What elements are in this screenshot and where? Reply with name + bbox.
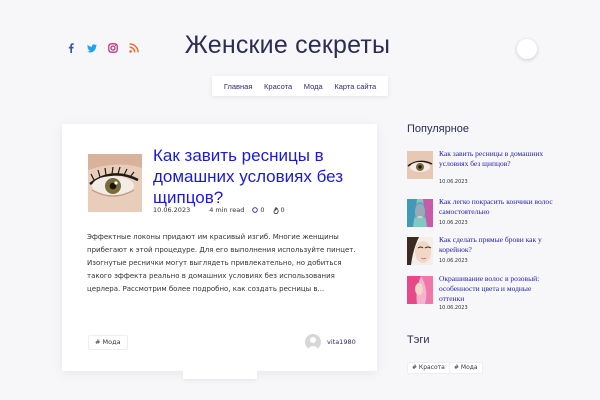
comment-icon — [252, 207, 259, 213]
comments-count-value: 0 — [260, 206, 265, 214]
popular-date: 10.06.2023 — [439, 220, 468, 226]
nav-item-beauty[interactable]: Красота — [264, 82, 292, 91]
popular-title[interactable]: Как сделать прямые брови как у корейнок? — [439, 235, 557, 255]
sidebar-tag-fashion[interactable]: # Мода — [449, 362, 483, 374]
popular-title[interactable]: Как легко покрасить кончики волос самост… — [439, 197, 557, 217]
site-title[interactable]: Женские секреты — [0, 31, 575, 60]
popular-date: 10.06.2023 — [439, 179, 468, 185]
main-nav: Главная Красота Мода Карта сайта — [212, 76, 388, 96]
popular-item[interactable]: Как сделать прямые брови как у корейнок?… — [407, 235, 557, 271]
popular-thumbnail[interactable] — [407, 199, 433, 227]
popular-thumbnail[interactable] — [407, 151, 433, 179]
post-thumbnail[interactable] — [88, 154, 142, 212]
post-author[interactable]: vita1980 — [305, 334, 356, 350]
tags-heading: Тэги — [407, 334, 430, 346]
post-card: Как завить ресницы в домашних условиях б… — [62, 124, 377, 371]
nav-item-home[interactable]: Главная — [224, 82, 253, 91]
popular-title[interactable]: Окрашивание волос в розовый: особенности… — [439, 274, 557, 304]
popular-thumbnail[interactable] — [407, 276, 433, 304]
popular-item[interactable]: Окрашивание волос в розовый: особенности… — [407, 274, 557, 311]
nav-item-fashion[interactable]: Мода — [304, 82, 323, 91]
popular-item[interactable]: Как завить ресницы в домашних условиях б… — [407, 149, 557, 185]
theme-toggle-button[interactable] — [517, 39, 537, 59]
author-name: vita1980 — [327, 338, 356, 346]
popular-item[interactable]: Как легко покрасить кончики волос самост… — [407, 197, 557, 233]
popular-thumbnail[interactable] — [407, 237, 433, 265]
likes-count-value: 0 — [280, 206, 285, 214]
popular-date: 10.06.2023 — [439, 258, 468, 264]
post-date: 10.06.2023 — [153, 206, 191, 214]
next-post-card-edge — [183, 371, 257, 379]
popular-date: 10.06.2023 — [439, 305, 468, 311]
sidebar-tag-beauty[interactable]: # Красота — [407, 362, 450, 374]
post-meta: 10.06.2023 4 min read 0 0 — [153, 206, 285, 214]
popular-heading: Популярное — [407, 123, 470, 135]
likes-count[interactable]: 0 — [273, 206, 285, 214]
popular-title[interactable]: Как завить ресницы в домашних условиях б… — [439, 149, 557, 169]
post-excerpt: Эффектные локоны придают им красивый изг… — [87, 233, 356, 293]
nav-item-sitemap[interactable]: Карта сайта — [334, 82, 376, 91]
post-title[interactable]: Как завить ресницы в домашних условиях б… — [153, 145, 363, 208]
flame-icon — [273, 206, 279, 214]
avatar — [305, 334, 321, 350]
post-tag[interactable]: # Мода — [88, 335, 128, 350]
comments-count[interactable]: 0 — [252, 206, 265, 214]
post-read-time: 4 min read — [209, 206, 245, 214]
